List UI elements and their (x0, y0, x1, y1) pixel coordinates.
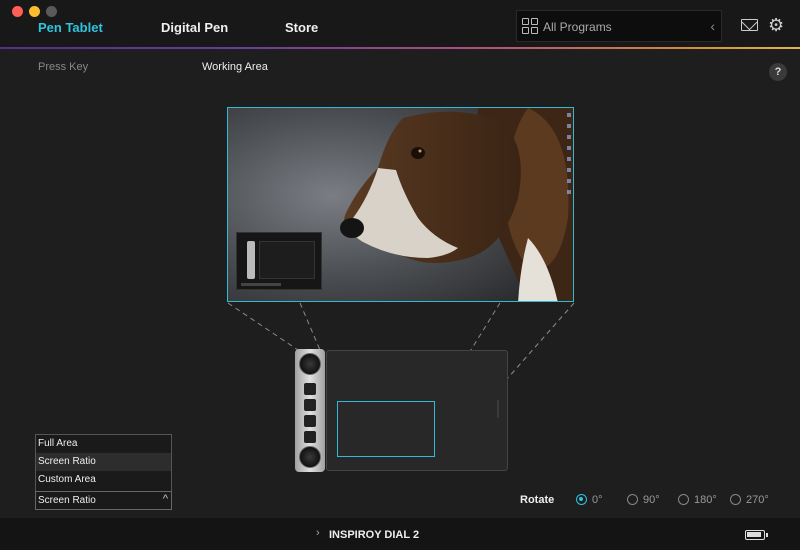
area-option-screen-ratio[interactable]: Screen Ratio (36, 453, 171, 471)
area-select[interactable]: Screen Ratio ^ (35, 491, 172, 510)
rotate-radio-270[interactable] (730, 494, 741, 505)
tablet-key-panel (295, 349, 325, 472)
rotate-radio-0[interactable] (576, 494, 587, 505)
tablet-working-area[interactable] (337, 401, 435, 457)
rotate-radio-90[interactable] (627, 494, 638, 505)
area-select-value: Screen Ratio (38, 495, 96, 506)
app-window: Pen Tablet Digital Pen Store All Program… (0, 0, 800, 550)
area-option-custom[interactable]: Custom Area (36, 471, 171, 489)
dial-icon (299, 353, 321, 375)
chevron-up-icon: ^ (162, 493, 168, 505)
chevron-right-icon[interactable]: › (316, 527, 320, 539)
battery-icon (745, 530, 768, 540)
dial-icon (299, 446, 321, 468)
rotate-label: Rotate (520, 494, 555, 506)
device-name[interactable]: INSPIROY DIAL 2 (329, 529, 419, 541)
area-option-full[interactable]: Full Area (36, 435, 171, 453)
rotate-option-label: 0° (592, 494, 603, 506)
rotate-option-label: 180° (694, 494, 717, 506)
rotate-option-label: 270° (746, 494, 769, 506)
rotate-radio-180[interactable] (678, 494, 689, 505)
rotate-option-label: 90° (643, 494, 660, 506)
